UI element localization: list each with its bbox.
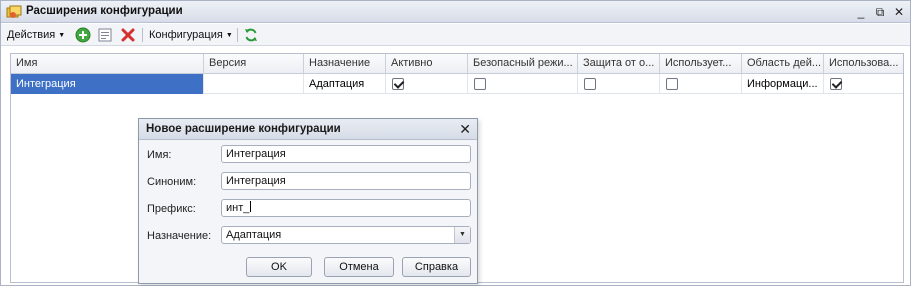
- delete-icon: [121, 28, 135, 42]
- synonym-label: Синоним:: [147, 176, 197, 188]
- cancel-button[interactable]: Отмена: [324, 257, 394, 277]
- toolbar-divider: [142, 28, 143, 42]
- window-titlebar: Расширения конфигурации _ ⧉ ✕: [1, 1, 910, 23]
- cell-uses[interactable]: [660, 74, 742, 94]
- text-caret: [250, 201, 252, 212]
- extensions-window: Расширения конфигурации _ ⧉ ✕ Действия ▼ …: [0, 0, 911, 286]
- name-field[interactable]: Интеграция: [221, 145, 471, 163]
- configuration-icon: [6, 5, 22, 19]
- purpose-label: Назначение:: [147, 230, 212, 242]
- synonym-field[interactable]: Интеграция: [221, 172, 471, 190]
- dialog-close-icon[interactable]: ✕: [459, 121, 471, 138]
- cell-version[interactable]: [204, 74, 304, 94]
- column-header-used[interactable]: Использова...: [824, 54, 903, 74]
- add-icon: [75, 27, 91, 43]
- ok-button[interactable]: OK: [246, 257, 312, 277]
- toolbar-divider: [237, 28, 238, 42]
- column-header-protection[interactable]: Защита от о...: [578, 54, 660, 74]
- window-title: Расширения конфигурации: [26, 5, 183, 17]
- cell-active[interactable]: [386, 74, 468, 94]
- column-header-active[interactable]: Активно: [386, 54, 468, 74]
- cell-safe-mode[interactable]: [468, 74, 578, 94]
- chevron-down-icon[interactable]: ▼: [454, 227, 470, 243]
- prefix-field[interactable]: инт_: [221, 199, 471, 217]
- purpose-value: Адаптация: [226, 229, 282, 241]
- dialog-titlebar: Новое расширение конфигурации ✕: [139, 119, 477, 140]
- uses-checkbox[interactable]: [666, 78, 678, 90]
- actions-menu[interactable]: Действия ▼: [7, 27, 65, 43]
- actions-label: Действия: [7, 29, 56, 41]
- cell-used[interactable]: [824, 74, 903, 94]
- table-header: Имя Версия Назначение Активно Безопасный…: [11, 54, 903, 74]
- purpose-select[interactable]: Адаптация ▼: [221, 226, 471, 244]
- minimize-button[interactable]: _: [853, 4, 869, 20]
- add-button[interactable]: [75, 27, 91, 43]
- delete-button[interactable]: [120, 27, 136, 43]
- column-header-safe-mode[interactable]: Безопасный режи...: [468, 54, 578, 74]
- prefix-label: Префикс:: [147, 203, 196, 215]
- refresh-button[interactable]: [243, 27, 259, 43]
- column-header-name[interactable]: Имя: [11, 54, 204, 74]
- protection-checkbox[interactable]: [584, 78, 596, 90]
- name-label: Имя:: [147, 149, 172, 161]
- new-extension-dialog: Новое расширение конфигурации ✕ Имя: Инт…: [138, 118, 478, 284]
- help-button[interactable]: Справка: [402, 257, 471, 277]
- column-header-version[interactable]: Версия: [204, 54, 304, 74]
- cell-purpose[interactable]: Адаптация: [304, 74, 386, 94]
- configuration-menu[interactable]: Конфигурация ▼: [149, 27, 233, 43]
- column-header-purpose[interactable]: Назначение: [304, 54, 386, 74]
- table-row[interactable]: Интеграция Адаптация Информаци...: [11, 74, 903, 94]
- chevron-down-icon: ▼: [58, 32, 66, 39]
- column-header-uses[interactable]: Использует...: [660, 54, 742, 74]
- toolbar: Действия ▼ Конфигурация ▼: [1, 24, 910, 46]
- edit-button[interactable]: [97, 27, 113, 43]
- cell-name[interactable]: Интеграция: [11, 74, 204, 94]
- active-checkbox[interactable]: [392, 78, 404, 90]
- chevron-down-icon: ▼: [225, 32, 233, 39]
- window-close-button[interactable]: ✕: [891, 4, 907, 20]
- prefix-value: инт_: [226, 202, 250, 214]
- column-header-scope[interactable]: Область дей...: [742, 54, 824, 74]
- refresh-icon: [245, 28, 257, 42]
- used-checkbox[interactable]: [830, 78, 842, 90]
- edit-icon: [98, 28, 112, 42]
- cell-protection[interactable]: [578, 74, 660, 94]
- configuration-label: Конфигурация: [149, 29, 223, 41]
- restore-button[interactable]: ⧉: [872, 4, 888, 20]
- dialog-title: Новое расширение конфигурации: [146, 123, 341, 135]
- cell-scope[interactable]: Информаци...: [742, 74, 824, 94]
- safe-mode-checkbox[interactable]: [474, 78, 486, 90]
